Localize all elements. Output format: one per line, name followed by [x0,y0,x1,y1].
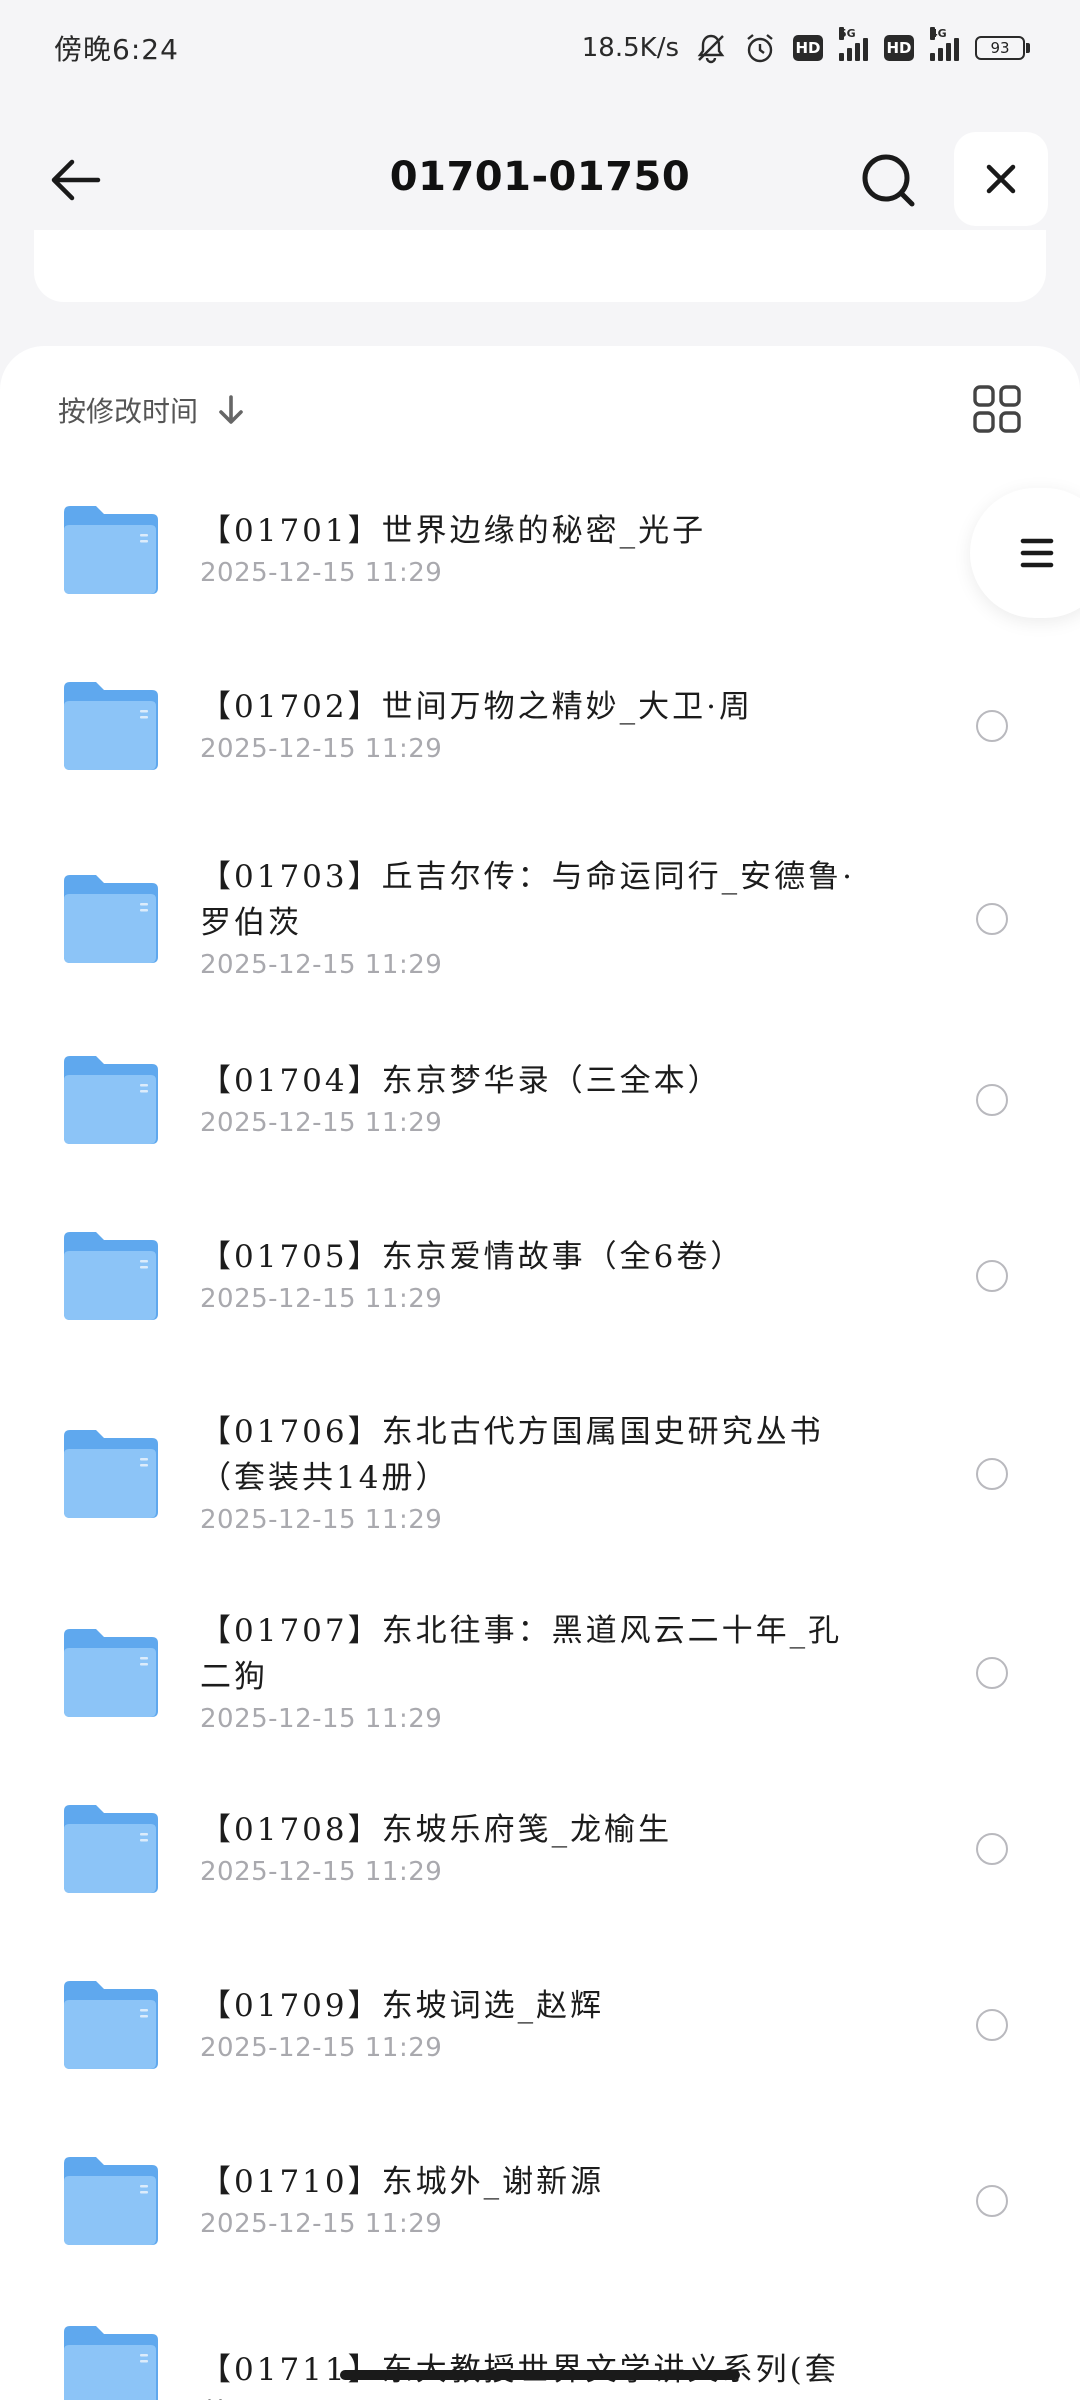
file-item[interactable]: 【01703】丘吉尔传：与命运同行_安德鲁·罗伯茨 2025-12-15 11:2… [0,825,1080,1013]
select-radio[interactable] [976,2185,1008,2217]
select-radio[interactable] [976,903,1008,935]
file-date: 2025-12-15 11:29 [200,2209,443,2239]
file-date: 2025-12-15 11:29 [200,1505,443,1535]
close-button[interactable] [954,132,1048,226]
file-date: 2025-12-15 11:29 [200,558,443,588]
file-date: 2025-12-15 11:29 [200,1108,443,1138]
status-bar: 傍晚6:24 18.5K/s HD 5G HD 4G 93 [0,0,1080,96]
file-date: 2025-12-15 11:29 [200,1857,443,1887]
file-item[interactable]: 【01711】东大教授世界文学讲义系列(套装 [0,2282,1080,2400]
file-text: 【01701】世界边缘的秘密_光子 2025-12-15 11:29 [200,508,860,588]
close-icon [986,164,1016,194]
file-name: 【01704】东京梦华录（三全本） [200,1063,722,1099]
file-item[interactable]: 【01704】东京梦华录（三全本） 2025-12-15 11:29 [0,1012,1080,1188]
home-indicator[interactable] [340,2370,740,2380]
battery-icon: 93 [975,36,1030,60]
header: 01701-01750 [0,120,1080,238]
file-date: 2025-12-15 11:29 [200,1704,443,1734]
file-item[interactable]: 【01710】东城外_谢新源 2025-12-15 11:29 [0,2113,1080,2289]
select-radio[interactable] [976,1833,1008,1865]
screen: 傍晚6:24 18.5K/s HD 5G HD 4G 93 01701-0175… [0,0,1080,2400]
folder-icon [60,504,160,596]
select-radio[interactable] [976,2009,1008,2041]
file-text: 【01708】东坡乐府笺_龙榆生 2025-12-15 11:29 [200,1807,860,1887]
folder-icon [60,2324,160,2400]
file-text: 【01710】东城外_谢新源 2025-12-15 11:29 [200,2159,860,2239]
select-radio[interactable] [976,1260,1008,1292]
file-name: 【01709】东坡词选_赵辉 [200,1988,605,2024]
sort-label: 按修改时间 [58,395,199,428]
bell-muted-icon [695,32,727,64]
select-radio[interactable] [976,1458,1008,1490]
status-icons: 18.5K/s HD 5G HD 4G 93 [581,27,1030,65]
file-name: 【01710】东城外_谢新源 [200,2164,605,2200]
battery-level: 93 [990,39,1010,57]
select-radio[interactable] [976,1657,1008,1689]
file-date: 2025-12-15 11:29 [200,950,443,980]
folder-icon [60,1979,160,2071]
alarm-icon [743,31,777,65]
file-text: 【01709】东坡词选_赵辉 2025-12-15 11:29 [200,1983,860,2063]
file-text: 【01706】东北古代方国属国史研究丛书（套装共14册） 2025-12-15 1… [200,1409,860,1535]
file-name: 【01708】东坡乐府笺_龙榆生 [200,1812,673,1848]
file-date: 2025-12-15 11:29 [200,2033,443,2063]
file-text: 【01705】东京爱情故事（全6卷） 2025-12-15 11:29 [200,1234,860,1314]
file-name: 【01705】东京爱情故事（全6卷） [200,1239,745,1275]
folder-icon [60,873,160,965]
net-speed: 18.5K/s [581,33,679,63]
background-card [34,230,1046,302]
status-time: 傍晚6:24 [54,33,179,66]
file-sheet: 按修改时间 【01701】世界边缘的秘密_光子 2025-12-15 11:29 【… [0,346,1080,2400]
folder-icon [60,1803,160,1895]
file-item[interactable]: 【01708】东坡乐府笺_龙榆生 2025-12-15 11:29 [0,1761,1080,1937]
file-item[interactable]: 【01702】世间万物之精妙_大卫·周 2025-12-15 11:29 [0,638,1080,814]
file-item[interactable]: 【01709】东坡词选_赵辉 2025-12-15 11:29 [0,1937,1080,2113]
file-name: 【01702】世间万物之精妙_大卫·周 [200,689,753,725]
file-item[interactable]: 【01707】东北往事：黑道风云二十年_孔二狗 2025-12-15 11:29 [0,1574,1080,1772]
search-button[interactable] [852,144,924,216]
hd-icon-2: HD [884,35,914,61]
folder-icon [60,2155,160,2247]
arrow-down-icon [216,394,246,426]
sort-selector[interactable]: 按修改时间 [58,390,246,430]
grid-view-button[interactable] [972,384,1022,434]
grid-view-icon [973,385,1021,433]
folder-icon [60,1230,160,1322]
file-text: 【01704】东京梦华录（三全本） 2025-12-15 11:29 [200,1058,860,1138]
network-5g-label: 5G [839,27,856,40]
file-item[interactable]: 【01706】东北古代方国属国史研究丛书（套装共14册） 2025-12-15 1… [0,1375,1080,1573]
file-text: 【01703】丘吉尔传：与命运同行_安德鲁·罗伯茨 2025-12-15 11:2… [200,854,860,980]
file-name: 【01706】东北古代方国属国史研究丛书（套装共14册） [200,1414,824,1496]
file-name: 【01707】东北往事：黑道风云二十年_孔二狗 [200,1613,843,1695]
file-name: 【01703】丘吉尔传：与命运同行_安德鲁·罗伯茨 [200,859,855,941]
file-name: 【01701】世界边缘的秘密_光子 [200,513,707,549]
file-date: 2025-12-15 11:29 [200,734,443,764]
file-item[interactable]: 【01701】世界边缘的秘密_光子 2025-12-15 11:29 [0,462,1080,638]
network-4g-label: 4G [930,27,947,40]
folder-icon [60,1428,160,1520]
hd-icon: HD [793,35,823,61]
select-radio[interactable] [976,710,1008,742]
search-icon [862,154,915,207]
signal-5g-icon: 5G [839,27,868,61]
file-text: 【01702】世间万物之精妙_大卫·周 2025-12-15 11:29 [200,684,860,764]
file-item[interactable]: 【01705】东京爱情故事（全6卷） 2025-12-15 11:29 [0,1188,1080,1364]
menu-icon [1020,538,1054,568]
signal-4g-icon: 4G [930,27,959,61]
select-radio[interactable] [976,1084,1008,1116]
folder-icon [60,1627,160,1719]
folder-icon [60,1054,160,1146]
folder-icon [60,680,160,772]
file-date: 2025-12-15 11:29 [200,1284,443,1314]
file-text: 【01707】东北往事：黑道风云二十年_孔二狗 2025-12-15 11:29 [200,1608,860,1734]
